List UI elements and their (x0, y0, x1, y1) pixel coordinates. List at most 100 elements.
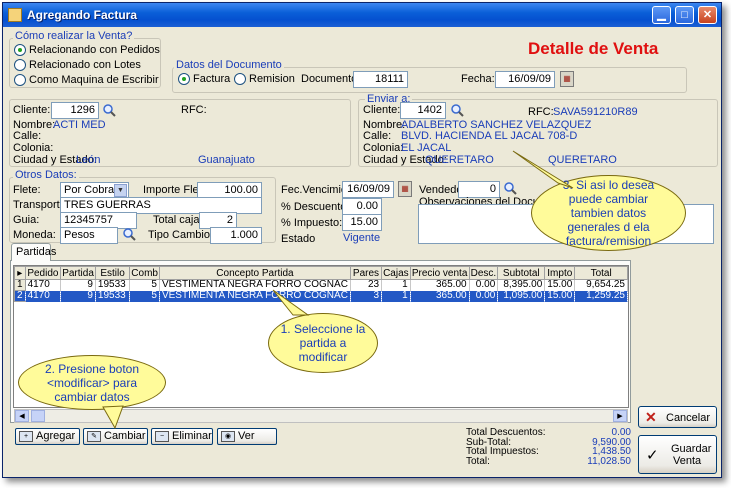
cell-total: 1,259.25 (574, 290, 628, 302)
view-icon: ◉ (221, 431, 235, 442)
cliente-colonia-label: Colonia: (13, 142, 54, 154)
enviar-colonia: EL JACAL (401, 142, 452, 154)
agregar-button[interactable]: + Agregar (15, 428, 80, 445)
guardar-label: Guardar (671, 443, 712, 455)
col-header[interactable]: Precio venta (409, 266, 470, 280)
col-header[interactable]: Partida (60, 266, 96, 280)
fecha-calendar-icon[interactable]: ▦ (560, 71, 574, 87)
enviar-ciudad: QUERETARO (425, 154, 494, 166)
cell-estilo: 19533 (95, 290, 131, 302)
cliente-estado: Guanajuato (198, 154, 255, 166)
app-icon (8, 8, 22, 22)
cell-pedido: 4170 (25, 279, 62, 291)
delete-icon: − (155, 431, 169, 442)
cancelar-button[interactable]: ✕ Cancelar (638, 406, 717, 428)
cliente-ciudad: León (76, 154, 101, 166)
documento-title: Datos del Documento (174, 59, 284, 71)
como-title: Cómo realizar la Venta? (13, 30, 135, 42)
col-header[interactable]: Concepto Partida (158, 266, 351, 280)
impuesto-label: % Impuesto: (281, 217, 343, 229)
cliente-field[interactable]: 1296 (51, 102, 99, 119)
flete-label: Flete: (13, 184, 41, 196)
total-value: 11,028.50 (587, 455, 631, 467)
cell-pedido: 4170 (25, 290, 62, 302)
cliente-search-icon[interactable] (102, 103, 116, 117)
scroll-thumb[interactable] (31, 410, 45, 422)
descuento-field[interactable]: 0.00 (342, 198, 382, 215)
radio-factura-label: Factura (193, 73, 231, 85)
enviar-cliente-label: Cliente: (363, 104, 401, 116)
radio-maquina-label: Como Maquina de Escribir (29, 74, 159, 86)
moneda-label: Moneda: (13, 229, 56, 241)
cambiar-button[interactable]: ✎ Cambiar (83, 428, 148, 445)
moneda-field[interactable]: Pesos (60, 227, 118, 244)
table-row-selected[interactable]: 2 4170 9 19533 5 VESTIMENTA NEGRA FORRO … (14, 290, 628, 302)
maximize-button[interactable]: □ (675, 6, 694, 24)
col-header[interactable]: Pares (349, 266, 383, 280)
cell-partida: 9 (60, 290, 96, 302)
ver-button[interactable]: ◉ Ver (217, 428, 277, 445)
descuento-label: % Descuento: (281, 201, 350, 213)
enviar-colonia-label: Colonia: (363, 142, 404, 154)
documento-label: Documento: (301, 73, 361, 85)
col-header[interactable]: Subtotal (497, 266, 546, 280)
vencimiento-calendar-icon[interactable]: ▦ (398, 181, 412, 197)
col-header[interactable]: Comb (129, 266, 160, 280)
cell-pares: 23 (350, 279, 383, 291)
tipo-cambio-label: Tipo Cambio: (148, 229, 214, 241)
tab-partidas[interactable]: Partidas (11, 243, 56, 261)
scroll-right-icon[interactable]: ▶ (613, 410, 627, 422)
cliente-label: Cliente: (13, 104, 51, 116)
moneda-search-icon[interactable] (122, 227, 136, 241)
col-header[interactable]: Estilo (94, 266, 131, 280)
eliminar-button[interactable]: − Eliminar (151, 428, 213, 445)
documento-field[interactable]: 18111 (353, 71, 408, 88)
cell-subtotal: 8,395.00 (497, 279, 546, 291)
enviar-search-icon[interactable] (450, 103, 464, 117)
title-bar: Agregando Factura ▁ □ ✕ (3, 3, 721, 27)
radio-pedidos-label: Relacionando con Pedidos (29, 44, 160, 56)
radio-lotes[interactable] (14, 59, 26, 71)
col-header[interactable]: Impto (544, 266, 576, 280)
col-header[interactable]: Desc. (468, 266, 499, 280)
horizontal-scrollbar[interactable]: ◀ ▶ (14, 409, 628, 423)
callout-seleccione: 1. Seleccione la partida a modificar (268, 313, 378, 373)
callout-presione: 2. Presione boton <modificar> para cambi… (18, 355, 166, 410)
col-header[interactable]: Cajas (381, 266, 411, 280)
row-number: 1 (14, 279, 26, 291)
cancel-x-icon: ✕ (645, 409, 657, 425)
close-button[interactable]: ✕ (698, 6, 717, 24)
fec-vencimiento-field[interactable]: 16/09/09 (342, 181, 394, 198)
row-number: 2 (14, 290, 26, 302)
fecha-field[interactable]: 16/09/09 (495, 71, 555, 88)
edit-icon: ✎ (87, 431, 101, 442)
cell-estilo: 19533 (95, 279, 131, 291)
col-header[interactable]: Pedido (24, 266, 62, 280)
fecha-label: Fecha: (461, 73, 495, 85)
radio-pedidos[interactable] (14, 44, 26, 56)
enviar-rfc: SAVA591210R89 (553, 106, 638, 118)
tipo-cambio-field[interactable]: 1.000 (210, 227, 262, 244)
chevron-down-icon[interactable]: ▼ (114, 184, 127, 197)
guardar-venta-button[interactable]: ✓ Guardar Venta (638, 435, 717, 474)
col-header[interactable]: Total (574, 266, 628, 280)
radio-maquina[interactable] (14, 74, 26, 86)
callout-cambiar-datos: 3. Si asi lo desea puede cambiar tambien… (531, 175, 686, 251)
cell-comb: 5 (129, 279, 160, 291)
impuesto-field[interactable]: 15.00 (342, 214, 382, 231)
enviar-calle: BLVD. HACIENDA EL JACAL 708-D (401, 130, 578, 142)
otros-title: Otros Datos: (13, 169, 79, 181)
radio-factura[interactable] (178, 73, 190, 85)
minimize-button[interactable]: ▁ (652, 6, 671, 24)
vendedor-search-icon[interactable] (503, 181, 517, 195)
radio-remision-label: Remision (249, 73, 295, 85)
estado-value: Vigente (343, 232, 381, 244)
cell-cajas: 1 (381, 290, 411, 302)
radio-remision[interactable] (234, 73, 246, 85)
table-row[interactable]: 1 4170 9 19533 5 VESTIMENTA NEGRA FORRO … (14, 279, 628, 291)
cell-impto: 15.00 (544, 279, 576, 291)
scroll-left-icon[interactable]: ◀ (15, 410, 29, 422)
add-icon: + (19, 431, 33, 442)
enviar-cliente-field[interactable]: 1402 (400, 102, 446, 119)
cliente-nombre: ACTI MED (53, 119, 106, 131)
